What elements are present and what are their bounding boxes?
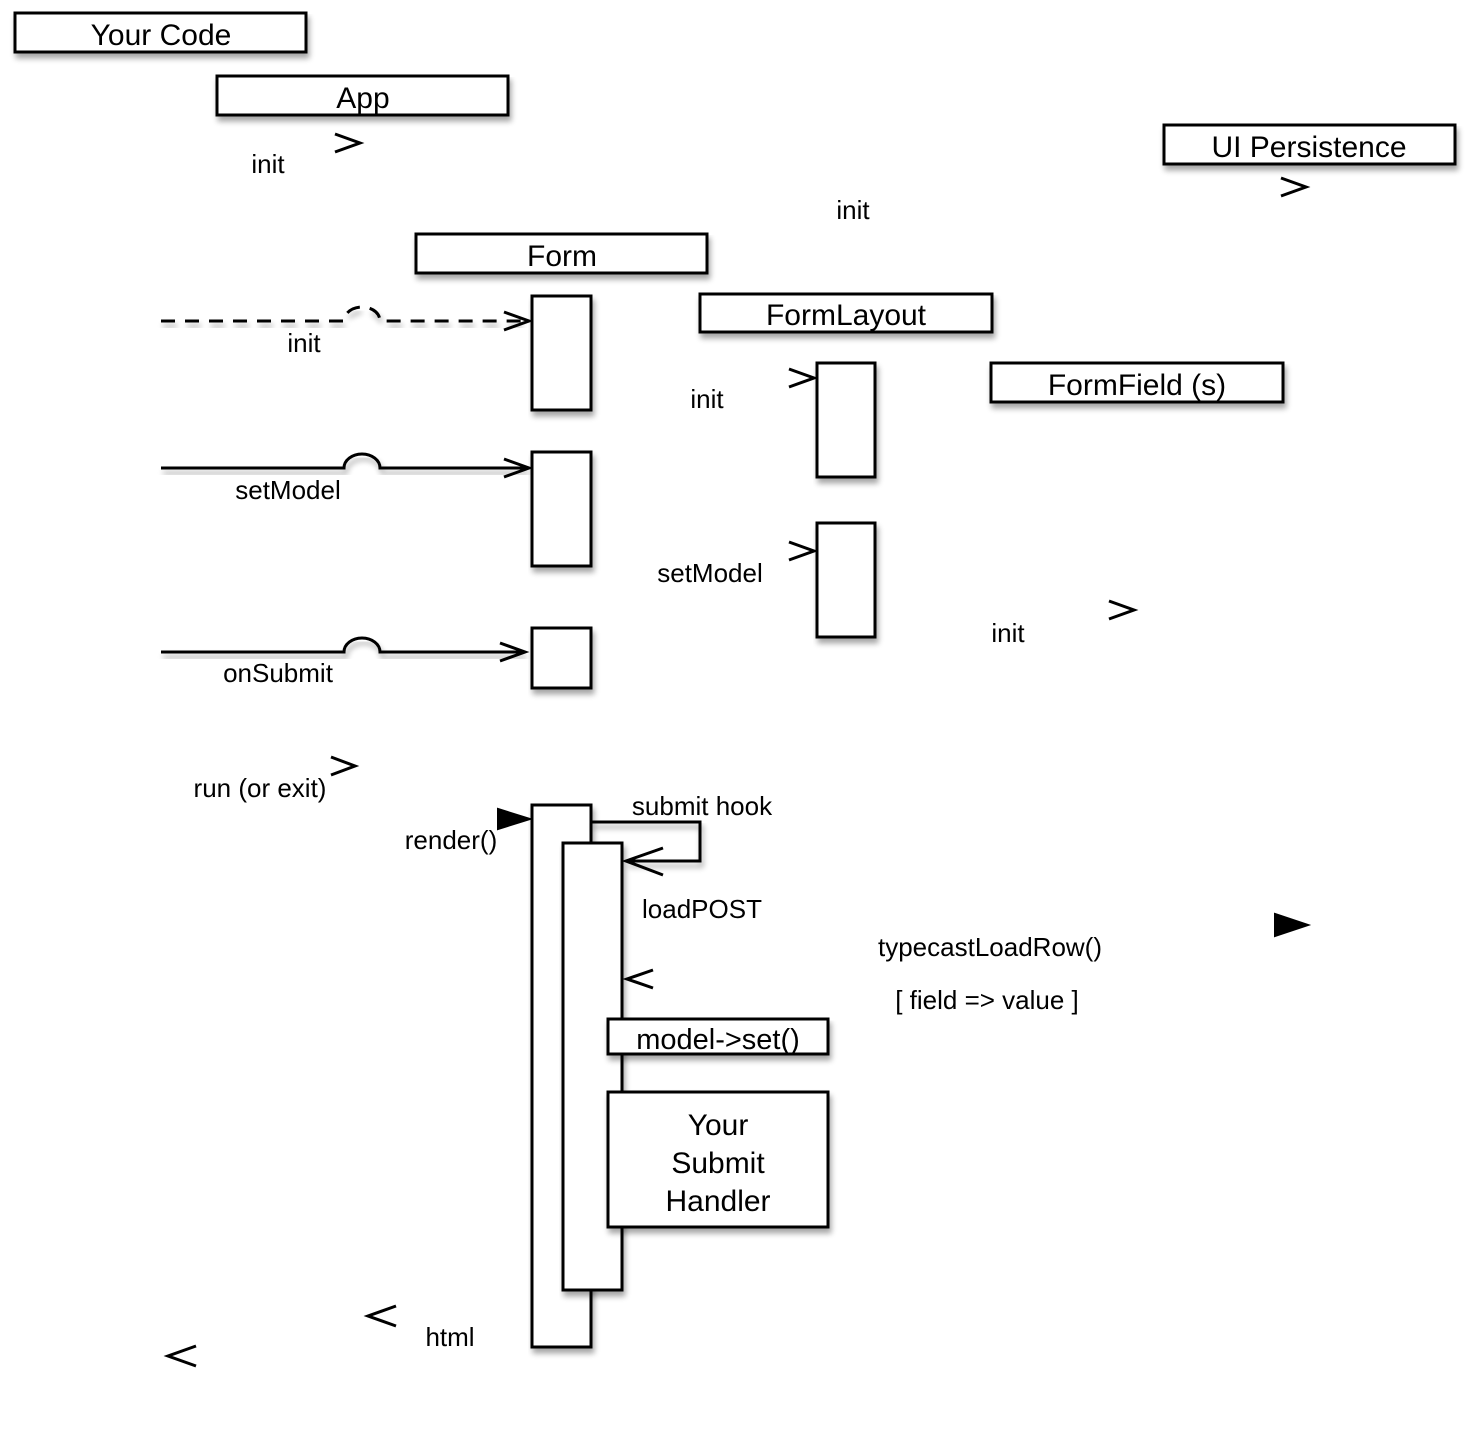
activation-form-layout-init — [815, 361, 877, 479]
submit-handler-box: Your Submit Handler — [606, 1090, 830, 1229]
message-label: render() — [405, 825, 497, 855]
return-value-label: [ field => value ] — [895, 985, 1079, 1015]
message-label: submit hook — [632, 791, 773, 821]
message-onsubmit: onSubmit — [161, 636, 530, 688]
message-init-form-fields: init — [875, 599, 1139, 648]
message-label: run (or exit) — [194, 773, 327, 803]
message-label: init — [836, 195, 870, 225]
message-setmodel-form: setModel — [161, 452, 534, 505]
message-label: setModel — [235, 475, 341, 505]
message-html: html — [363, 1304, 530, 1352]
submit-handler-line-2: Submit — [671, 1147, 765, 1180]
model-set-box: model->set() — [606, 1017, 830, 1092]
participant-form-fields: FormField (s) — [989, 361, 1285, 404]
activation-form-setmodel — [530, 450, 593, 568]
participant-label: App — [336, 82, 389, 115]
participant-app: App — [215, 74, 510, 117]
message-run: run (or exit) — [165, 755, 360, 803]
message-label: html — [425, 1322, 474, 1352]
model-set-label: model->set() — [636, 1024, 800, 1056]
message-label: init — [690, 384, 724, 414]
participant-your-code: Your Code — [13, 11, 308, 54]
activation-form-init — [530, 294, 593, 412]
message-label: onSubmit — [223, 658, 334, 688]
participant-form: Form — [414, 232, 709, 275]
message-label: setModel — [657, 558, 763, 588]
participant-ui-persistence: UI Persistence — [1162, 123, 1457, 166]
message-init-ui-persistence: init — [363, 176, 1311, 225]
message-loadpost: loadPOST — [622, 894, 1312, 938]
participant-label: FormField (s) — [1048, 369, 1226, 402]
message-setmodel-form-layout: setModel — [594, 540, 819, 588]
activation-form-layout-setmodel — [815, 521, 877, 639]
participant-form-layout: FormLayout — [698, 292, 994, 334]
activation-form-onsubmit — [530, 626, 593, 690]
participant-label: Your Code — [91, 19, 232, 52]
submit-handler-line-3: Handler — [665, 1185, 770, 1218]
message-return-your-code — [163, 1344, 363, 1368]
message-label: init — [251, 149, 285, 179]
message-label: init — [991, 618, 1025, 648]
participant-label: Form — [527, 240, 597, 273]
message-init-form-layout: init — [591, 367, 819, 414]
message-init-app: init — [161, 132, 365, 179]
message-label: init — [287, 328, 321, 358]
sequence-diagram: Your Code App UI Persistence Form FormLa… — [13, 11, 1457, 1400]
participant-label: FormLayout — [766, 299, 927, 332]
message-typecast-load-row: typecastLoadRow() [ field => value ] — [622, 932, 1309, 1015]
participant-label: UI Persistence — [1211, 131, 1406, 164]
submit-handler-line-1: Your — [688, 1109, 749, 1142]
message-label: loadPOST — [642, 894, 762, 924]
message-render: render() — [363, 807, 534, 855]
message-label: typecastLoadRow() — [878, 932, 1102, 962]
message-init-form: init — [161, 305, 534, 358]
